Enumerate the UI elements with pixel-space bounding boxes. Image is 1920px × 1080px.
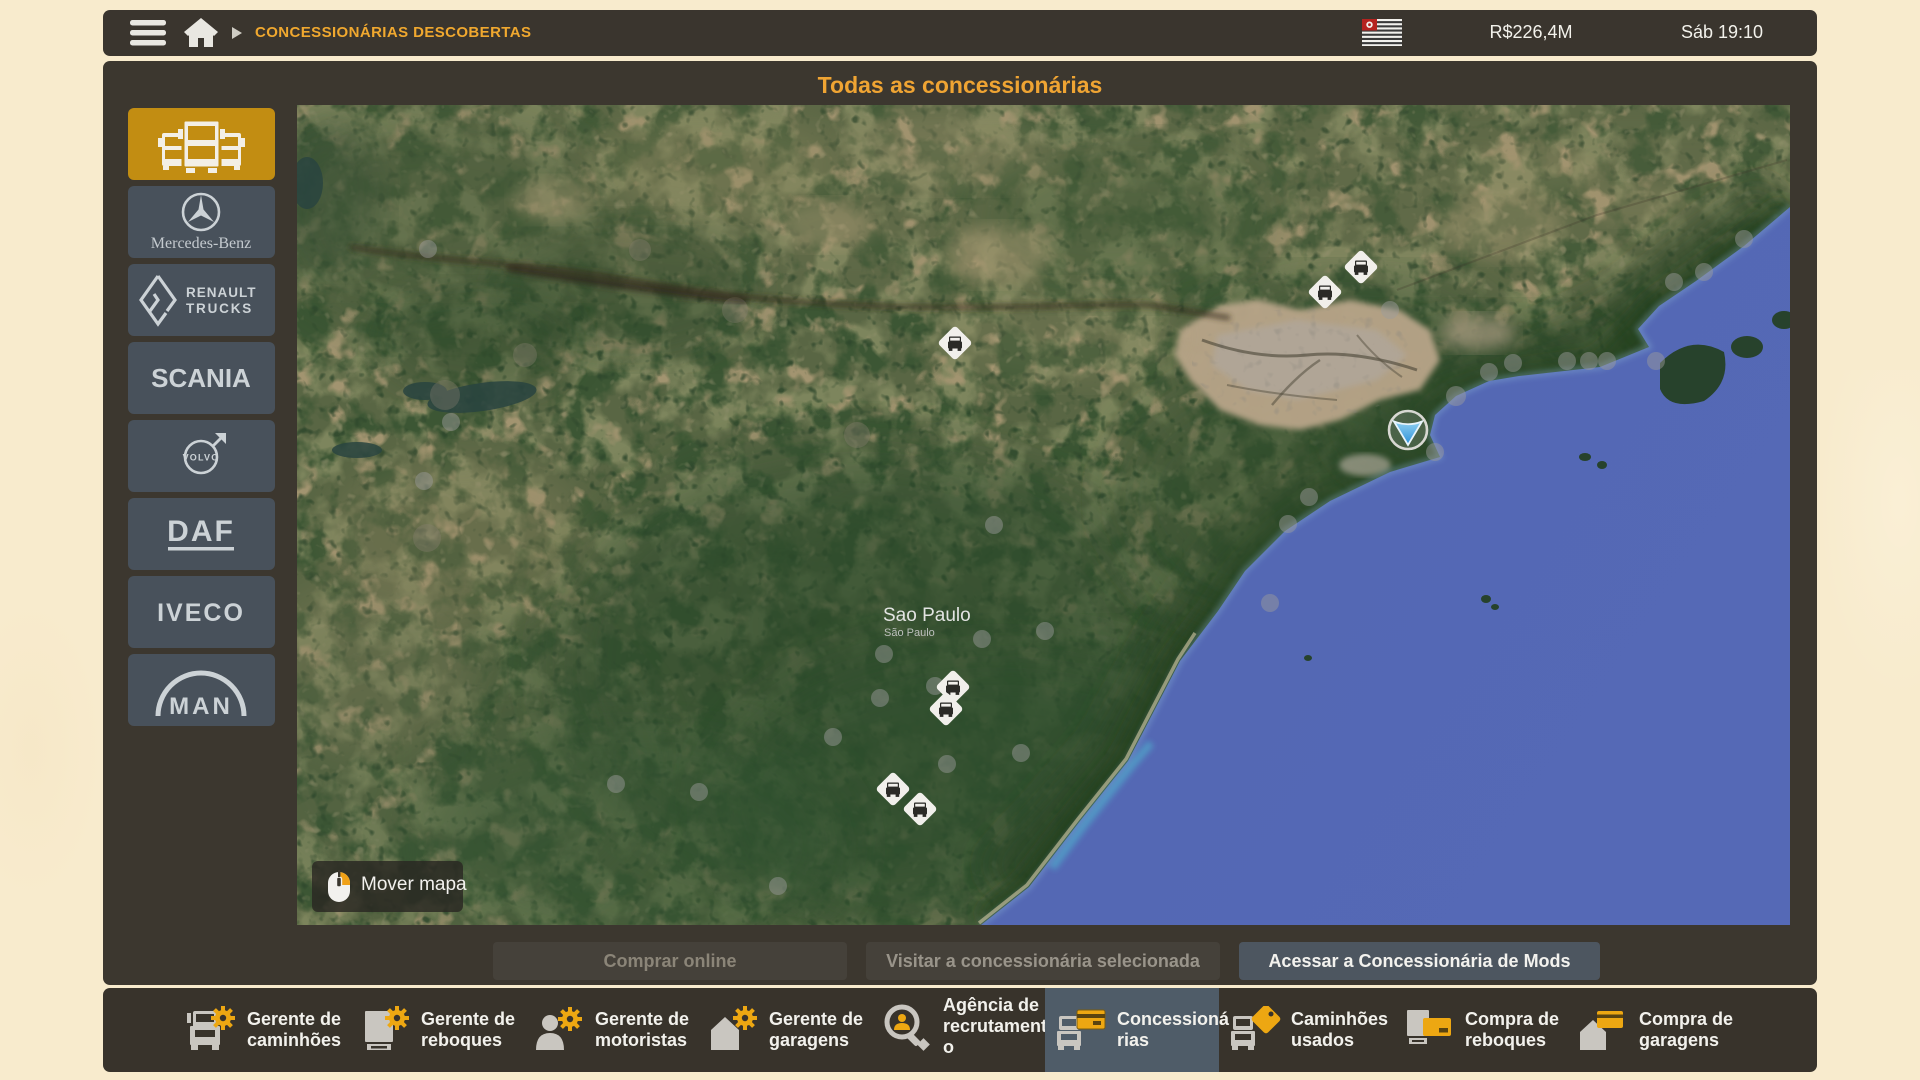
svg-text:MAN: MAN xyxy=(169,693,233,720)
svg-text:SCANIA: SCANIA xyxy=(151,363,251,393)
svg-text:IVECO: IVECO xyxy=(157,599,245,627)
svg-text:Sao Paulo: Sao Paulo xyxy=(883,605,971,626)
svg-text:VOLVO: VOLVO xyxy=(183,453,220,463)
svg-text:São Paulo: São Paulo xyxy=(884,627,935,639)
svg-text:RENAULT: RENAULT xyxy=(186,285,257,300)
svg-text:TRUCKS: TRUCKS xyxy=(186,301,253,316)
svg-text:Mercedes-Benz: Mercedes-Benz xyxy=(151,235,251,252)
svg-text:DAF: DAF xyxy=(167,515,235,548)
